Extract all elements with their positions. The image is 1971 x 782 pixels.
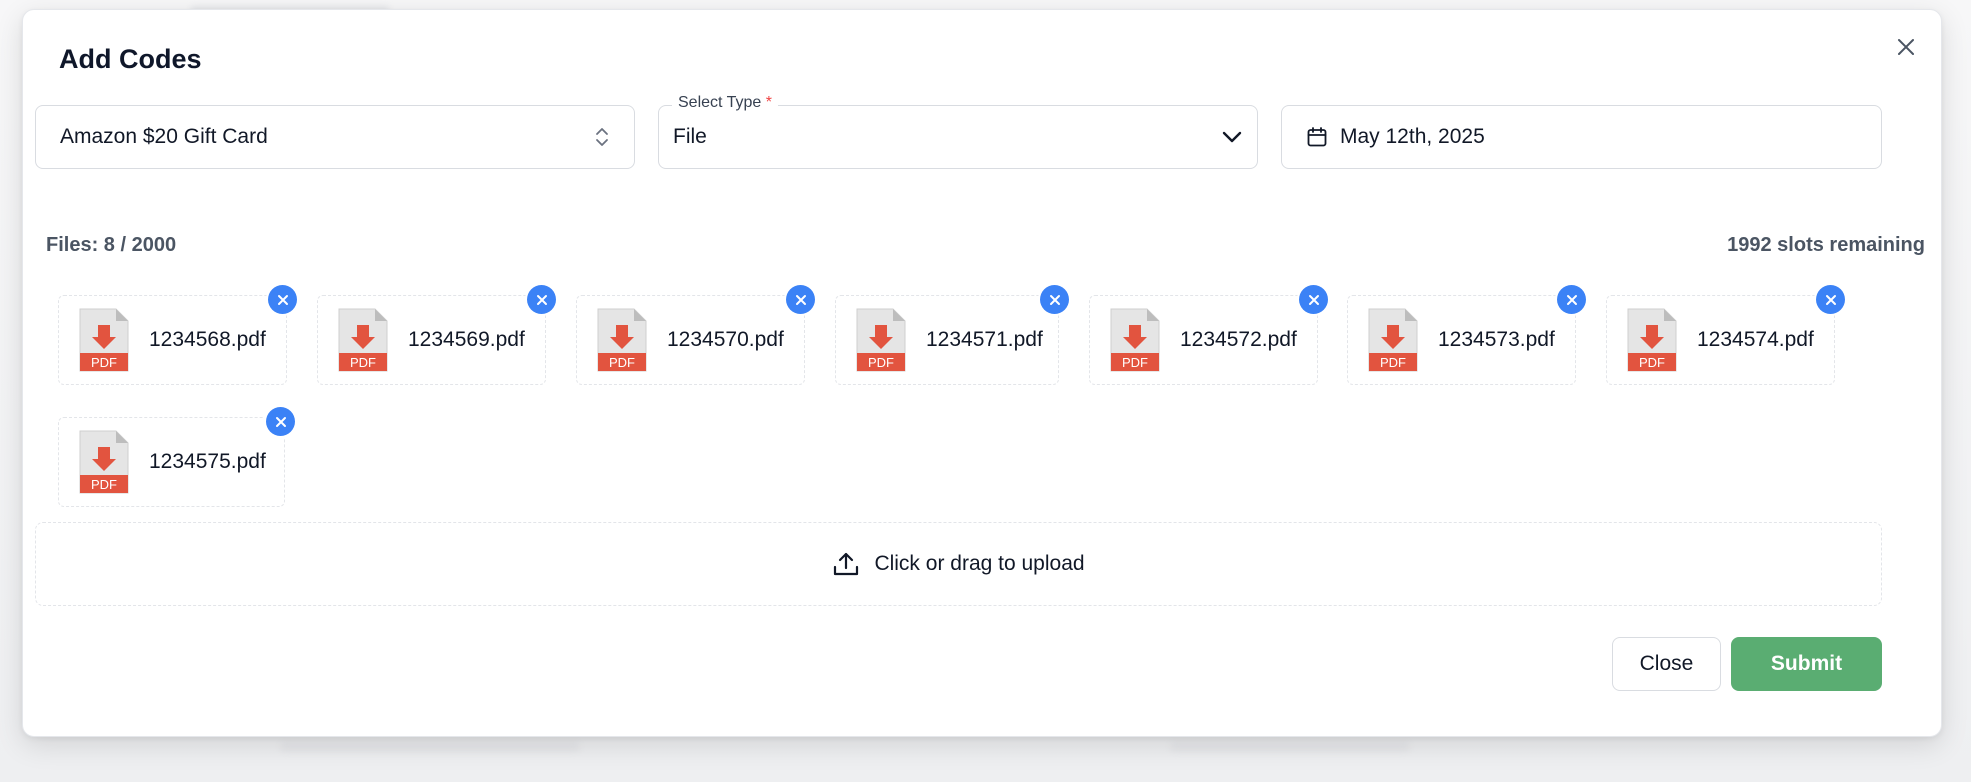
pdf-file-icon: PDF [1367,307,1419,373]
file-chip: PDF 1234575.pdf [58,407,295,507]
date-picker[interactable]: May 12th, 2025 [1281,105,1882,169]
background-blur [1170,742,1410,752]
upload-label: Click or drag to upload [874,552,1085,575]
file-chip: PDF 1234573.pdf [1347,285,1586,385]
file-chip: PDF 1234568.pdf [58,285,297,385]
file-chip: PDF 1234571.pdf [835,285,1069,385]
pdf-badge: PDF [868,355,894,370]
type-select-label-text: Select Type [678,94,762,111]
file-name: 1234574.pdf [1697,328,1814,351]
remove-file-button[interactable] [268,285,297,314]
remove-icon [536,294,547,305]
pdf-file-icon: PDF [78,429,130,495]
remove-file-button[interactable] [1816,285,1845,314]
file-chip: PDF 1234572.pdf [1089,285,1328,385]
pdf-badge: PDF [350,355,376,370]
file-chip: PDF 1234574.pdf [1606,285,1845,385]
file-name: 1234569.pdf [408,328,525,351]
pdf-badge: PDF [609,355,635,370]
remove-icon [1825,294,1836,305]
remove-icon [1049,294,1060,305]
chevron-up-down-icon [594,126,610,148]
pdf-file-icon: PDF [1109,307,1161,373]
close-icon[interactable] [1893,34,1919,60]
background-blur [280,742,580,752]
pdf-badge: PDF [91,477,117,492]
chevron-down-icon [1221,130,1243,144]
upload-icon [832,550,860,578]
pdf-badge: PDF [1639,355,1665,370]
file-name: 1234572.pdf [1180,328,1297,351]
remove-file-button[interactable] [527,285,556,314]
file-name: 1234568.pdf [149,328,266,351]
remove-file-button[interactable] [266,407,295,436]
remove-icon [1308,294,1319,305]
file-name: 1234571.pdf [926,328,1043,351]
file-name: 1234570.pdf [667,328,784,351]
file-name: 1234575.pdf [149,450,266,473]
pdf-file-icon: PDF [1626,307,1678,373]
dialog-title: Add Codes [59,44,202,74]
slots-remaining: 1992 slots remaining [1727,234,1925,256]
product-select-value: Amazon $20 Gift Card [60,125,268,148]
close-button[interactable]: Close [1612,637,1721,691]
remove-file-button[interactable] [1299,285,1328,314]
pdf-badge: PDF [1380,355,1406,370]
submit-button[interactable]: Submit [1731,637,1882,691]
remove-file-button[interactable] [786,285,815,314]
date-picker-value: May 12th, 2025 [1340,125,1485,148]
pdf-file-icon: PDF [855,307,907,373]
type-select-label: Select Type * [672,94,778,112]
files-count: Files: 8 / 2000 [46,234,177,256]
remove-icon [1566,294,1577,305]
pdf-file-icon: PDF [596,307,648,373]
pdf-file-icon: PDF [78,307,130,373]
remove-icon [275,416,286,427]
pdf-badge: PDF [1122,355,1148,370]
file-chip: PDF 1234569.pdf [317,285,556,385]
type-select-value: File [673,125,707,148]
required-mark: * [765,94,772,111]
pdf-badge: PDF [91,355,117,370]
remove-icon [795,294,806,305]
remove-icon [277,294,288,305]
product-select[interactable]: Amazon $20 Gift Card [35,105,635,169]
remove-file-button[interactable] [1040,285,1069,314]
calendar-icon [1306,126,1328,148]
file-name: 1234573.pdf [1438,328,1555,351]
file-chip: PDF 1234570.pdf [576,285,815,385]
type-select[interactable]: File [658,105,1258,169]
remove-file-button[interactable] [1557,285,1586,314]
upload-dropzone[interactable]: Click or drag to upload [35,522,1882,606]
pdf-file-icon: PDF [337,307,389,373]
